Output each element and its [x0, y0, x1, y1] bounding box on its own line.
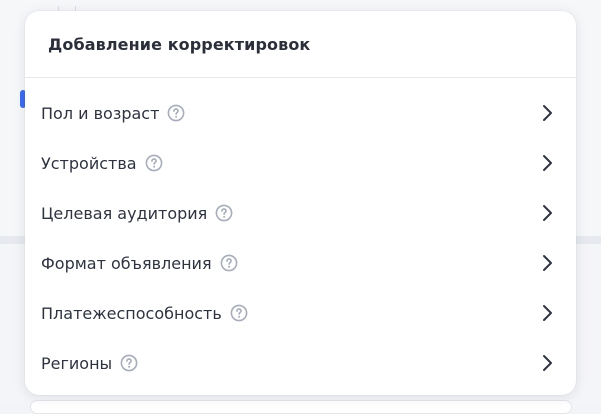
menu-item-label: Формат объявления [41, 253, 212, 273]
menu-item[interactable]: Пол и возраст [25, 88, 576, 138]
menu-item[interactable]: Платежеспособность [25, 288, 576, 338]
question-circle-icon[interactable] [120, 354, 138, 372]
chevron-right-icon [540, 253, 554, 273]
chevron-right-icon [540, 153, 554, 173]
menu-item-label: Платежеспособность [41, 303, 222, 323]
question-circle-icon[interactable] [220, 254, 238, 272]
chevron-right-icon [540, 103, 554, 123]
popover-title: Добавление корректировок [48, 34, 311, 54]
popover-header: Добавление корректировок [25, 11, 576, 78]
menu-item-label: Устройства [41, 153, 137, 173]
menu-item[interactable]: Формат объявления [25, 238, 576, 288]
menu-item-label: Целевая аудитория [41, 203, 208, 223]
question-circle-icon[interactable] [230, 304, 248, 322]
chevron-right-icon [540, 353, 554, 373]
background-card-edge [30, 400, 572, 414]
chevron-right-icon [540, 203, 554, 223]
menu-item[interactable]: Регионы [25, 338, 576, 388]
menu-item[interactable]: Целевая аудитория [25, 188, 576, 238]
question-circle-icon[interactable] [167, 104, 185, 122]
chevron-right-icon [540, 303, 554, 323]
menu-item-label: Пол и возраст [41, 103, 160, 123]
menu-item[interactable]: Устройства [25, 138, 576, 188]
adjustments-menu: Пол и возраст Устройства Целевая аудитория… [25, 78, 576, 388]
add-adjustments-popover: Добавление корректировок Пол и возраст Ус… [25, 11, 576, 395]
question-circle-icon[interactable] [215, 204, 233, 222]
question-circle-icon[interactable] [145, 154, 163, 172]
menu-item-label: Регионы [41, 353, 113, 373]
